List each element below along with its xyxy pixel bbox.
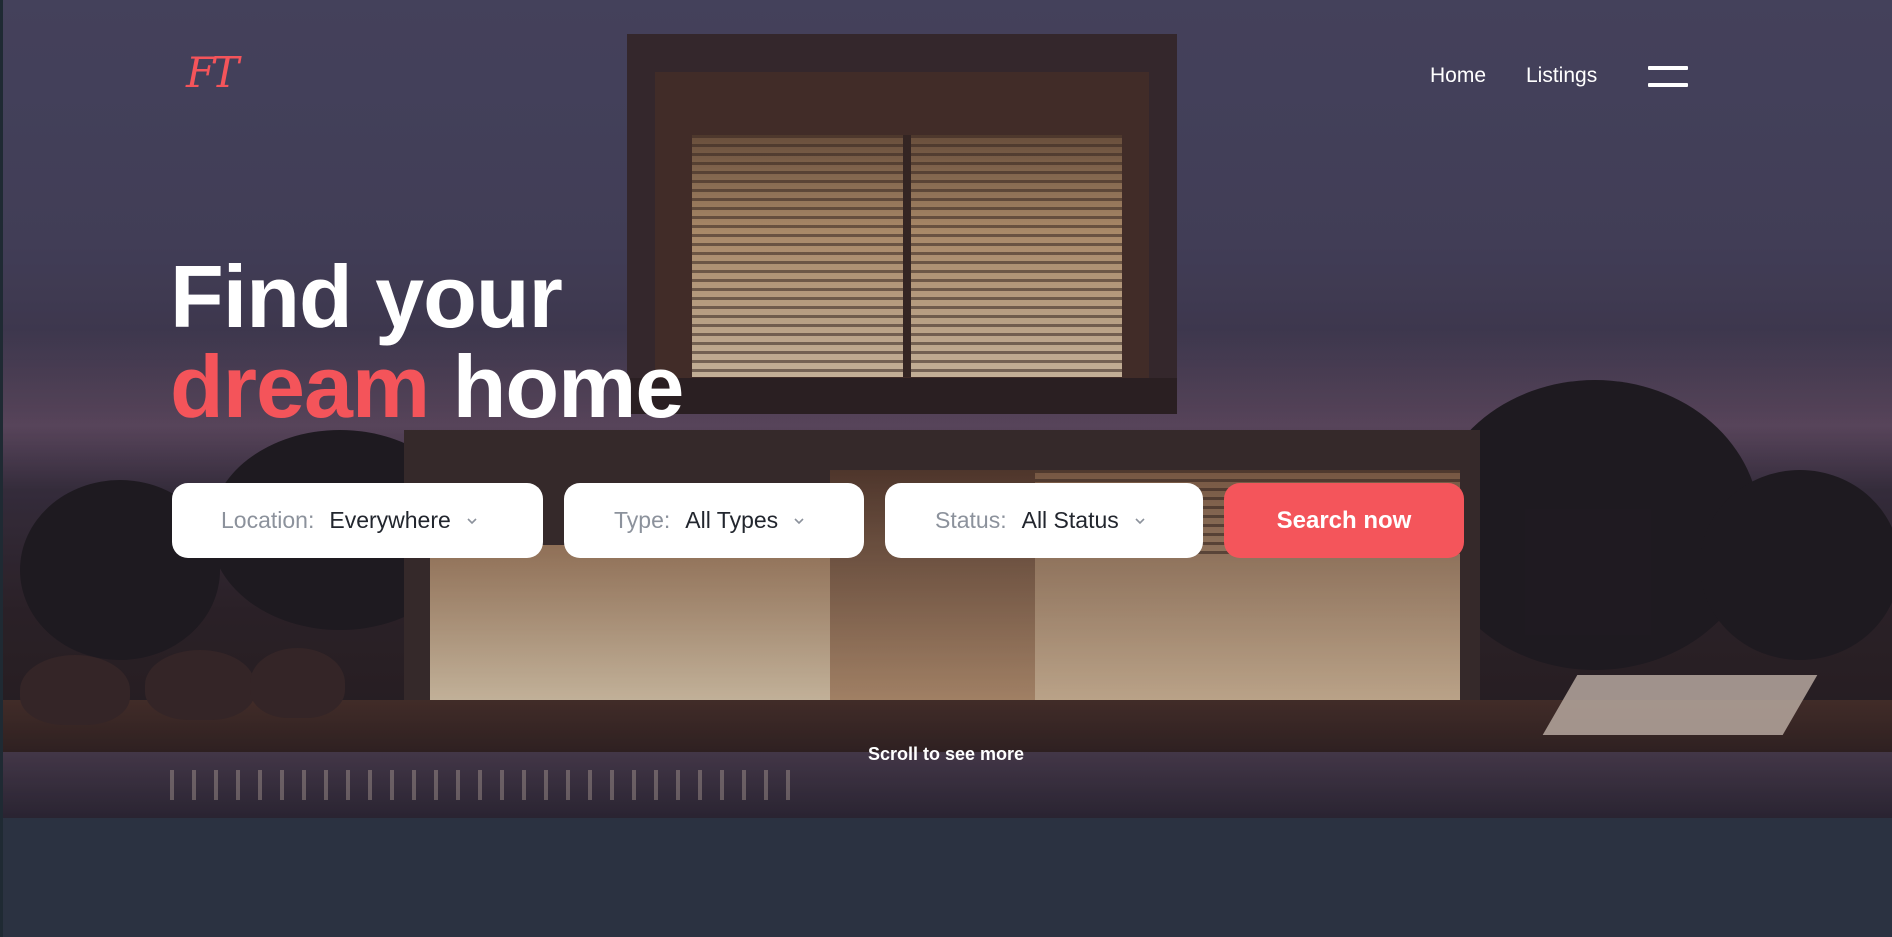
below-fold-band [0, 818, 1892, 937]
headline-rest: home [452, 337, 685, 436]
search-now-button[interactable]: Search now [1224, 483, 1464, 558]
hamburger-line [1648, 66, 1688, 70]
location-select[interactable]: Location: Everywhere [172, 483, 543, 558]
status-label: Status: [935, 507, 1007, 533]
scroll-hint[interactable]: Scroll to see more [0, 744, 1892, 765]
nav-home[interactable]: Home [1430, 64, 1486, 88]
hamburger-icon[interactable] [1648, 66, 1688, 90]
location-label: Location: [221, 507, 315, 533]
status-select[interactable]: Status: All Status [885, 483, 1203, 558]
chevron-down-icon [792, 514, 806, 528]
type-label: Type: [614, 507, 671, 533]
left-edge [0, 0, 3, 937]
type-select[interactable]: Type: All Types [564, 483, 864, 558]
hero-headline: Find your dream home [170, 252, 684, 432]
location-value: Everywhere [329, 507, 451, 533]
status-value: All Status [1021, 507, 1119, 533]
hamburger-line [1648, 83, 1688, 87]
headline-line1: Find your [170, 247, 563, 346]
headline-accent: dream [170, 337, 430, 436]
chevron-down-icon [1133, 514, 1147, 528]
brand-logo[interactable]: FT [186, 48, 256, 98]
nav-listings[interactable]: Listings [1526, 64, 1597, 88]
type-value: All Types [685, 507, 779, 533]
chevron-down-icon [465, 514, 479, 528]
